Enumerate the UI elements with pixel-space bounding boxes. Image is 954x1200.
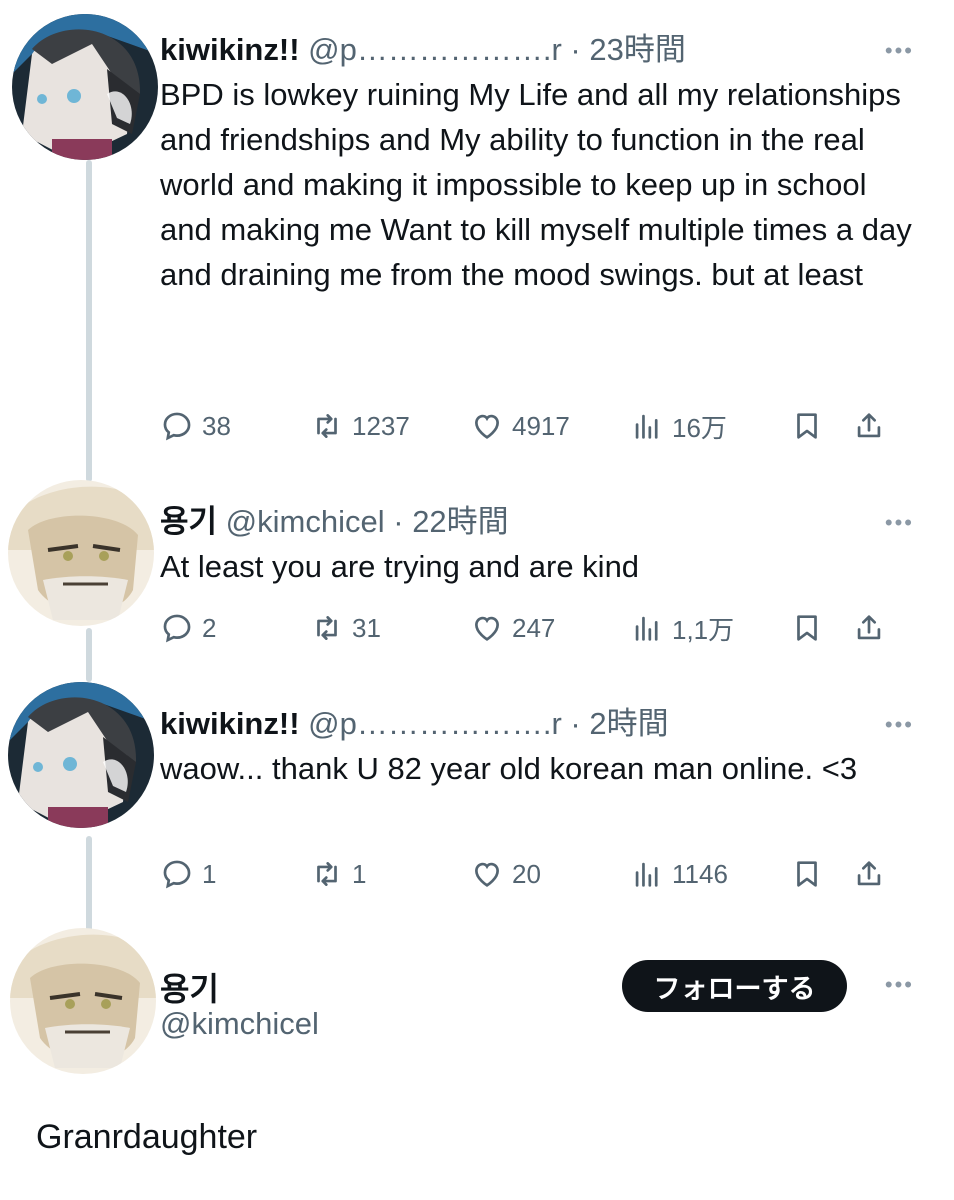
bookmark-icon <box>797 413 817 439</box>
profile-handle[interactable]: @kimchicel <box>160 1006 319 1042</box>
reply-count: 1 <box>202 858 217 889</box>
reply-icon <box>163 614 191 643</box>
share-icon <box>857 615 881 640</box>
author-name[interactable]: 용기 <box>160 504 217 539</box>
avatar[interactable] <box>10 928 156 1074</box>
heart-icon <box>475 862 499 887</box>
share-icon <box>857 861 881 886</box>
separator-dot: · <box>393 504 404 539</box>
author-handle[interactable]: @p……………….r <box>308 706 562 741</box>
tweet[interactable]: kiwikinz!! @p……………….r · 23時間 BPD is lowk… <box>0 0 954 470</box>
views-icon <box>635 616 658 641</box>
heart-icon <box>475 414 499 439</box>
action-bar: 1 1 20 1146 <box>160 854 900 894</box>
more-icon[interactable]: ••• <box>885 972 914 998</box>
retweet-icon <box>317 862 337 886</box>
like-count: 4917 <box>512 410 570 441</box>
action-bar: 2 31 247 1,1万 <box>160 608 900 648</box>
share-button[interactable] <box>852 857 894 891</box>
like-count: 247 <box>512 612 556 643</box>
tweet-timestamp[interactable]: 23時間 <box>589 32 685 67</box>
avatar-old-man-image <box>10 928 156 1074</box>
views-button[interactable]: 1,1万 <box>630 610 790 647</box>
like-count: 20 <box>512 858 541 889</box>
tweet-text: At least you are trying and are kind <box>160 549 640 584</box>
tweet[interactable]: kiwikinz!! @p……………….r · 2時間 waow... than… <box>0 670 954 920</box>
tweet[interactable]: 용기 @kimchicel · 22時間 At least you are tr… <box>0 470 954 670</box>
share-button[interactable] <box>852 409 894 443</box>
action-bar: 38 1237 4917 16万 <box>160 406 900 446</box>
more-icon[interactable]: ••• <box>885 38 914 64</box>
tweet-timestamp[interactable]: 22時間 <box>412 504 508 539</box>
like-button[interactable]: 4917 <box>470 409 630 443</box>
reply-icon <box>163 860 191 889</box>
avatar-old-man-image <box>8 480 154 626</box>
view-count: 1146 <box>672 858 728 889</box>
retweet-count: 1237 <box>352 410 410 441</box>
author-handle[interactable]: @p……………….r <box>308 32 562 67</box>
heart-icon <box>475 616 499 641</box>
tweet-text: BPD is lowkey ruining My Life and all my… <box>160 77 912 292</box>
reply-button[interactable]: 2 <box>160 611 310 645</box>
retweet-button[interactable]: 1237 <box>310 409 470 443</box>
share-icon <box>857 413 881 438</box>
bookmark-button[interactable] <box>790 857 852 891</box>
tweet-timestamp[interactable]: 2時間 <box>589 706 668 741</box>
author-name[interactable]: kiwikinz!! <box>160 706 300 741</box>
avatar-anime-boy-image <box>12 14 158 160</box>
bookmark-button[interactable] <box>790 409 852 443</box>
separator-dot: · <box>570 32 581 67</box>
profile-bio: Granrdaughter <box>36 1118 258 1156</box>
retweet-icon <box>317 616 337 640</box>
retweet-button[interactable]: 31 <box>310 611 470 645</box>
bookmark-button[interactable] <box>790 611 852 645</box>
retweet-count: 1 <box>352 858 367 889</box>
separator-dot: · <box>570 706 581 741</box>
more-icon[interactable]: ••• <box>885 712 914 738</box>
views-button[interactable]: 1146 <box>630 857 790 891</box>
retweet-button[interactable]: 1 <box>310 857 470 891</box>
reply-count: 38 <box>202 410 231 441</box>
avatar[interactable] <box>8 480 154 626</box>
follow-button[interactable]: フォローする <box>622 960 847 1012</box>
bookmark-icon <box>797 861 817 887</box>
views-icon <box>635 414 658 439</box>
reply-count: 2 <box>202 612 217 643</box>
avatar[interactable] <box>12 14 158 160</box>
view-count: 1,1万 <box>672 614 735 645</box>
author-handle[interactable]: @kimchicel <box>226 504 385 539</box>
more-icon[interactable]: ••• <box>885 510 914 536</box>
reply-button[interactable]: 1 <box>160 857 310 891</box>
reply-button[interactable]: 38 <box>160 409 310 443</box>
bookmark-icon <box>797 615 817 641</box>
reply-icon <box>163 412 191 441</box>
like-button[interactable]: 20 <box>470 857 630 891</box>
views-icon <box>635 862 658 887</box>
tweet-text: waow... thank U 82 year old korean man o… <box>160 751 858 786</box>
retweet-count: 31 <box>352 612 381 643</box>
avatar[interactable] <box>8 682 154 828</box>
retweet-icon <box>317 414 337 438</box>
views-button[interactable]: 16万 <box>630 408 790 445</box>
share-button[interactable] <box>852 611 894 645</box>
like-button[interactable]: 247 <box>470 611 630 645</box>
view-count: 16万 <box>672 412 727 443</box>
avatar-anime-boy-image <box>8 682 154 828</box>
author-name[interactable]: kiwikinz!! <box>160 32 300 67</box>
profile-name[interactable]: 용기 <box>160 964 219 1010</box>
